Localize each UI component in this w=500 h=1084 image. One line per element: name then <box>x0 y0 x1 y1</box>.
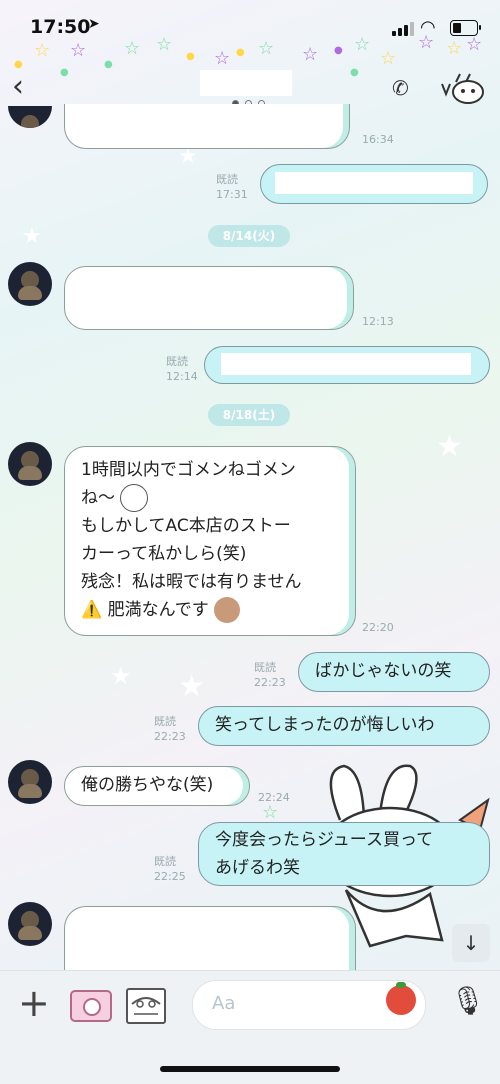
read-receipt: 既読 <box>216 173 238 186</box>
message-bubble[interactable]: 1時間以内でゴメンねゴメン ね〜 もしかしてAC本店のストー カーって私かしら(… <box>64 446 356 636</box>
message-bubble[interactable]: 今度会ったらジュース買って あげるわ笑 <box>198 822 490 886</box>
timestamp: 12:14 <box>166 370 198 383</box>
message-line: カーって私かしら(笑) <box>81 544 247 564</box>
signal-icon <box>392 22 416 36</box>
avatar[interactable] <box>8 262 52 306</box>
timestamp: 22:23 <box>154 730 186 743</box>
message-line: ⚠️ 肥満なんです <box>81 596 339 624</box>
message-input-placeholder: Aa <box>212 993 236 1014</box>
tomato-emoji-icon[interactable] <box>386 982 416 1015</box>
message-bubble[interactable] <box>204 346 490 384</box>
plus-icon[interactable]: + <box>18 984 50 1022</box>
decor-star: ☆ <box>262 802 279 823</box>
message-bubble[interactable]: 笑ってしまったのが悔しいわ <box>198 706 490 746</box>
location-arrow-icon: ➤ <box>88 16 100 32</box>
image-icon[interactable] <box>126 988 166 1024</box>
message-line: 今度会ったらジュース買って <box>215 830 434 850</box>
timestamp: 16:34 <box>362 133 394 146</box>
timestamp: 12:13 <box>362 315 394 328</box>
avatar[interactable] <box>8 106 52 128</box>
message-text: 俺の勝ちやな(笑) <box>81 775 214 795</box>
message-text: ばかじゃないの笑 <box>315 661 452 681</box>
phone-icon[interactable]: ✆ <box>392 76 409 100</box>
message-line: もしかしてAC本店のストー <box>81 516 291 536</box>
timestamp: 17:31 <box>216 188 248 201</box>
message-text: 笑ってしまったのが悔しいわ <box>215 715 435 735</box>
menu-sticker-icon[interactable] <box>440 72 486 106</box>
message-bubble[interactable]: ばかじゃないの笑 <box>298 652 490 692</box>
date-badge: 8/14(火) <box>208 225 290 247</box>
warning-icon: ⚠️ <box>81 600 103 620</box>
back-button[interactable]: ‹ <box>12 72 24 102</box>
mic-icon[interactable]: 🎙 <box>450 984 486 1017</box>
date-badge: 8/18(土) <box>208 404 290 426</box>
message-line: あげるわ笑 <box>215 858 300 878</box>
scroll-down-icon[interactable]: ↓ <box>452 924 490 962</box>
avatar[interactable] <box>8 442 52 486</box>
message-bubble[interactable] <box>260 164 488 204</box>
timestamp: 22:20 <box>362 621 394 634</box>
avatar[interactable] <box>8 902 52 946</box>
message-bubble[interactable] <box>64 906 356 977</box>
message-bubble[interactable] <box>64 104 350 149</box>
home-indicator <box>160 1066 340 1072</box>
chat-title <box>200 70 292 96</box>
camera-icon[interactable] <box>70 990 112 1022</box>
read-receipt: 既読 <box>166 355 188 368</box>
smile-emoji-icon <box>120 484 149 512</box>
message-bubble[interactable]: 俺の勝ちやな(笑) <box>64 766 250 806</box>
girl-emoji-icon <box>214 597 241 623</box>
message-line: ね〜 <box>81 484 339 512</box>
message-bubble[interactable] <box>64 266 354 330</box>
message-line: 1時間以内でゴメンねゴメン <box>81 460 296 480</box>
avatar[interactable] <box>8 760 52 804</box>
decor-star: ★ <box>436 429 463 464</box>
clock: 17:50 <box>30 16 91 38</box>
decor-star: ★ <box>110 662 132 690</box>
decor-star: ★ <box>178 144 198 169</box>
timestamp: 22:23 <box>254 676 286 689</box>
read-receipt: 既読 <box>154 715 176 728</box>
decor-star: ★ <box>22 224 42 249</box>
timestamp: 22:25 <box>154 870 186 883</box>
read-receipt: 既読 <box>154 855 176 868</box>
message-line: 残念！私は暇では有りません <box>81 572 302 592</box>
read-receipt: 既読 <box>254 661 276 674</box>
decor-star: ★ <box>178 669 205 704</box>
